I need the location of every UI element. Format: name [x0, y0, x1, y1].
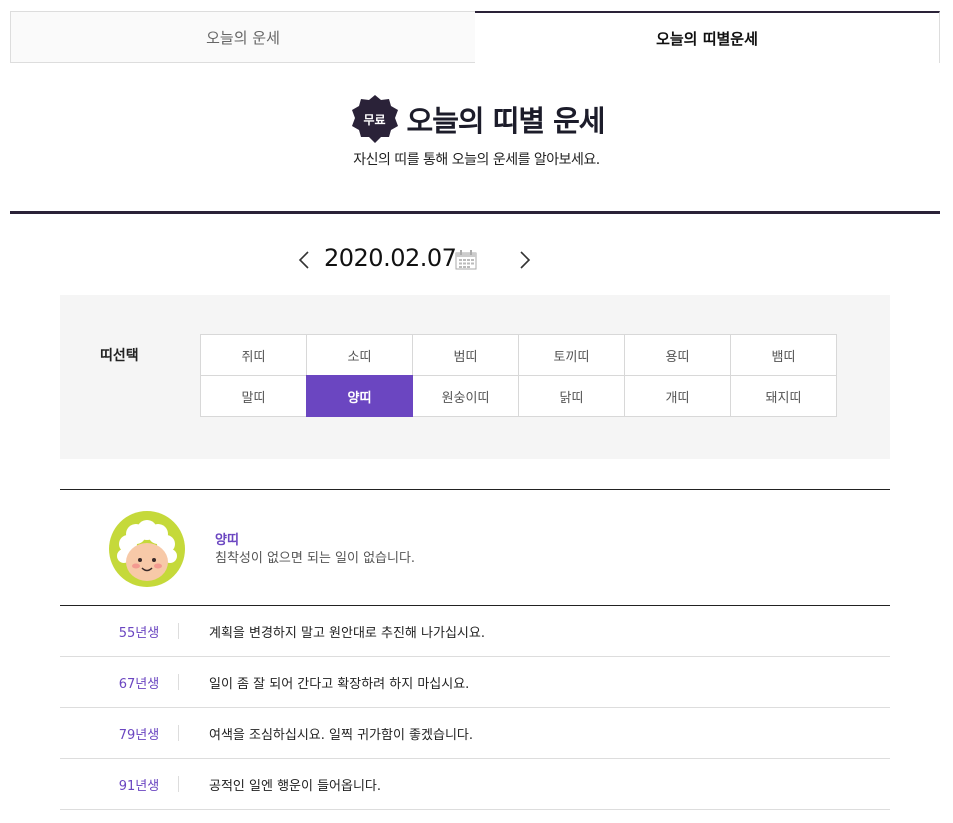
zodiac-option[interactable]: 범띠 [412, 334, 519, 376]
zodiac-option[interactable]: 용띠 [624, 334, 731, 376]
zodiac-selector-label: 띠선택 [100, 348, 139, 364]
calendar-icon[interactable] [455, 250, 477, 274]
tab-today-fortune[interactable]: 오늘의 운세 [10, 11, 475, 63]
current-date: 2020.02.07 [324, 244, 457, 272]
chevron-left-icon[interactable] [295, 250, 315, 270]
tab-zodiac-fortune[interactable]: 오늘의 띠별운세 [475, 11, 940, 63]
page-title: 오늘의 띠별 운세 [406, 104, 606, 138]
year-fortune-text: 여색을 조심하십시요. 일찍 귀가함이 좋겠습니다. [209, 727, 473, 743]
sheep-avatar-icon [108, 510, 186, 588]
birth-year: 55년생 [118, 625, 160, 641]
list-item: 67년생 일이 좀 잘 되어 간다고 확장하려 하지 마십시요. [60, 657, 890, 708]
birth-year: 79년생 [118, 727, 160, 743]
zodiac-option[interactable]: 양띠 [306, 375, 413, 417]
zodiac-grid: 쥐띠 소띠 범띠 토끼띠 용띠 뱀띠말띠 양띠 원숭이띠 닭띠 개띠 돼지띠 [200, 334, 837, 417]
chevron-right-icon[interactable] [514, 250, 534, 270]
year-fortune-list: 55년생 계획을 변경하지 말고 원안대로 추진해 나가십시요. 67년생 일이… [60, 606, 890, 810]
date-navigator: 2020.02.07 [293, 240, 543, 280]
zodiac-option[interactable]: 개띠 [624, 375, 731, 417]
result-zodiac-name: 양띠 [215, 533, 239, 548]
list-item: 79년생 여색을 조심하십시요. 일찍 귀가함이 좋겠습니다. [60, 708, 890, 759]
year-fortune-text: 공적인 일엔 행운이 들어옵니다. [209, 778, 382, 794]
column-separator [178, 776, 179, 792]
column-separator [178, 674, 179, 690]
zodiac-option[interactable]: 쥐띠 [200, 334, 307, 376]
birth-year: 91년생 [118, 778, 160, 794]
year-fortune-text: 계획을 변경하지 말고 원안대로 추진해 나가십시요. [209, 625, 485, 641]
column-separator [178, 725, 179, 741]
zodiac-option[interactable]: 닭띠 [518, 375, 625, 417]
birth-year: 67년생 [118, 676, 160, 692]
page-subtitle: 자신의 띠를 통해 오늘의 운세를 알아보세요. [353, 152, 600, 168]
zodiac-option[interactable]: 소띠 [306, 334, 413, 376]
list-item: 91년생 공적인 일엔 행운이 들어옵니다. [60, 759, 890, 810]
badge-label: 무료 [363, 112, 386, 127]
zodiac-option[interactable]: 토끼띠 [518, 334, 625, 376]
page-header: 무료 오늘의 띠별 운세 자신의 띠를 통해 오늘의 운세를 알아보세요. [0, 93, 953, 169]
fortune-tabs: 오늘의 운세 오늘의 띠별운세 [10, 11, 940, 63]
column-separator [178, 623, 179, 639]
zodiac-option[interactable]: 원숭이띠 [412, 375, 519, 417]
header-divider [10, 211, 940, 214]
zodiac-option[interactable]: 돼지띠 [730, 375, 837, 417]
result-description: 침착성이 없으면 되는 일이 없습니다. [215, 551, 416, 566]
year-fortune-text: 일이 좀 잘 되어 간다고 확장하려 하지 마십시요. [209, 676, 470, 692]
free-badge: 무료 [349, 93, 401, 145]
zodiac-option[interactable]: 뱀띠 [730, 334, 837, 376]
zodiac-option[interactable]: 말띠 [200, 375, 307, 417]
list-item: 55년생 계획을 변경하지 말고 원안대로 추진해 나가십시요. [60, 606, 890, 657]
zodiac-selector: 띠선택 쥐띠 소띠 범띠 토끼띠 용띠 뱀띠말띠 양띠 원숭이띠 닭띠 개띠 돼지띠 [60, 295, 890, 459]
result-top-rule [60, 489, 890, 490]
